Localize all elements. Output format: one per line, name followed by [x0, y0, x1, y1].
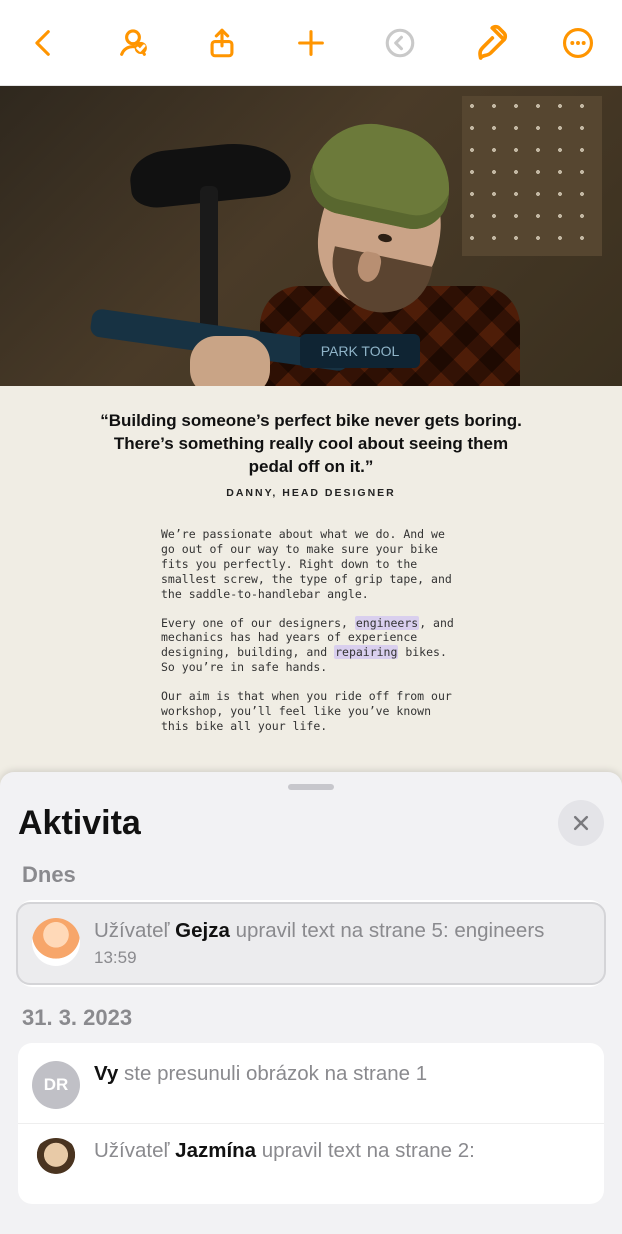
- format-button[interactable]: [459, 15, 519, 71]
- activity-user-name: Jazmína: [175, 1139, 256, 1162]
- activity-text: Užívateľ Gejza upravil text na strane 5:…: [94, 918, 590, 969]
- bike-stand-label: PARK TOOL: [300, 334, 420, 368]
- pull-quote[interactable]: “Building someone’s perfect bike never g…: [91, 410, 531, 479]
- hero-image: PARK TOOL: [0, 86, 622, 386]
- activity-description: ste presunuli obrázok na strane 1: [118, 1062, 427, 1085]
- activity-description: upravil text na strane 5: engineers: [230, 919, 545, 942]
- close-button[interactable]: [558, 800, 604, 846]
- paragraph[interactable]: Our aim is that when you ride off from o…: [161, 689, 461, 734]
- activity-row[interactable]: Užívateľ Jazmína upravil text na strane …: [18, 1123, 604, 1200]
- avatar-initials: DR: [32, 1061, 80, 1109]
- undo-button[interactable]: [370, 15, 430, 71]
- activity-description: upravil text na strane 2:: [256, 1139, 475, 1162]
- activity-card: DR Vy ste presunuli obrázok na strane 1 Už…: [18, 1043, 604, 1204]
- sheet-title: Aktivita: [18, 804, 141, 843]
- collaborate-button[interactable]: [103, 15, 163, 71]
- activity-timestamp: 13:59: [94, 947, 590, 969]
- toolbar: [0, 0, 622, 86]
- share-button[interactable]: [192, 15, 252, 71]
- activity-text: Vy ste presunuli obrázok na strane 1: [94, 1061, 590, 1088]
- document-canvas[interactable]: PARK TOOL “Building someone’s perfect bi…: [0, 86, 622, 808]
- activity-section-label: 31. 3. 2023: [22, 1005, 600, 1031]
- tracked-change-highlight[interactable]: engineers: [355, 616, 419, 630]
- activity-row[interactable]: Užívateľ Gejza upravil text na strane 5:…: [16, 902, 606, 985]
- body-text[interactable]: We’re passionate about what we do. And w…: [161, 527, 461, 734]
- sheet-grabber[interactable]: [288, 784, 334, 790]
- activity-prefix: Užívateľ: [94, 1139, 175, 1162]
- person-check-icon: [116, 26, 150, 60]
- undo-icon: [383, 26, 417, 60]
- activity-text: Užívateľ Jazmína upravil text na strane …: [94, 1138, 590, 1165]
- activity-user-name: Gejza: [175, 919, 230, 942]
- tracked-change-highlight[interactable]: repairing: [334, 645, 398, 659]
- activity-card: Užívateľ Gejza upravil text na strane 5:…: [18, 900, 604, 987]
- quote-byline[interactable]: DANNY, HEAD DESIGNER: [0, 487, 622, 499]
- activity-user-name: Vy: [94, 1062, 118, 1085]
- activity-row[interactable]: DR Vy ste presunuli obrázok na strane 1: [18, 1047, 604, 1123]
- activity-prefix: Užívateľ: [94, 919, 175, 942]
- paintbrush-icon: [469, 23, 509, 63]
- ellipsis-circle-icon: [561, 26, 595, 60]
- avatar-memoji: [32, 918, 80, 966]
- close-icon: [571, 813, 591, 833]
- activity-sheet[interactable]: Aktivita Dnes Užívateľ Gejza upravil text…: [0, 772, 622, 1234]
- plus-icon: [294, 26, 328, 60]
- more-button[interactable]: [548, 15, 608, 71]
- paragraph[interactable]: Every one of our designers, engineers, a…: [161, 616, 461, 676]
- share-icon: [205, 26, 239, 60]
- avatar-memoji: [32, 1138, 80, 1186]
- text-run: Every one of our designers,: [161, 616, 355, 630]
- add-button[interactable]: [281, 15, 341, 71]
- back-button[interactable]: [14, 15, 74, 71]
- chevron-left-icon: [27, 26, 61, 60]
- activity-section-label: Dnes: [22, 862, 600, 888]
- paragraph[interactable]: We’re passionate about what we do. And w…: [161, 527, 461, 602]
